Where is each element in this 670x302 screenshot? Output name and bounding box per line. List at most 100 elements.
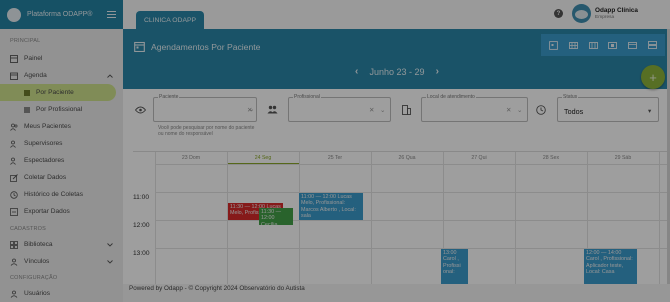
- appointment-event[interactable]: 12:00 — 14:00 Carol , Profissional: Apli…: [584, 249, 637, 284]
- logo: [7, 7, 21, 22]
- chevron-down-icon[interactable]: ⌄: [380, 106, 385, 114]
- paciente-hint: Você pode pesquisar por nome do paciente…: [158, 125, 255, 137]
- sidebar-item-meus-pacientes[interactable]: Meus Pacientes: [0, 118, 123, 135]
- status-select[interactable]: Status Todos ▾: [557, 94, 659, 122]
- building-icon: [402, 105, 411, 115]
- grid-line: [155, 220, 668, 221]
- user-icon: [10, 290, 18, 298]
- menu-icon[interactable]: [107, 10, 116, 20]
- sidebar-item-label: Por Paciente: [36, 89, 74, 96]
- view-day-icon[interactable]: [547, 38, 561, 52]
- time-label: 13:00: [133, 250, 150, 257]
- sidebar-item-label: Usuários: [24, 290, 51, 297]
- local-label: Local de atendimento: [426, 94, 476, 100]
- calendar-icon: [10, 72, 18, 80]
- view-list-icon[interactable]: [645, 38, 659, 52]
- profissional-label: Profissional: [293, 94, 321, 100]
- square-icon: [24, 89, 30, 96]
- sidebar-item-agenda[interactable]: Agenda: [0, 67, 123, 84]
- sidebar-item-por-paciente[interactable]: Por Paciente: [0, 84, 116, 101]
- sidebar-item-label: Histórico de Coletas: [24, 191, 84, 198]
- sidebar-item-label: Coletar Dados: [24, 174, 67, 181]
- eye-icon: [10, 157, 18, 165]
- sidebar-item-por-profissional[interactable]: Por Profissional: [0, 101, 123, 118]
- section-principal: PRINCIPAL: [10, 38, 41, 44]
- user-name: Odapp Clínica: [595, 7, 638, 14]
- chevron-right-icon[interactable]: ›: [436, 66, 439, 77]
- day-header[interactable]: 27 Qui: [443, 152, 515, 164]
- day-header[interactable]: 26 Qua: [371, 152, 443, 164]
- sidebar-item-coletar-dados[interactable]: Coletar Dados: [0, 169, 123, 186]
- sidebar-item-painel[interactable]: Painel: [0, 50, 123, 67]
- view-week-icon[interactable]: [586, 38, 600, 52]
- day-header[interactable]: 29 Sáb: [587, 152, 659, 164]
- appointment-event[interactable]: 11:30 — 12:00 Cecília: [259, 208, 293, 225]
- sidebar-item-usuarios[interactable]: Usuários: [0, 285, 123, 302]
- view-agenda-icon[interactable]: [625, 38, 639, 52]
- section-cadastros: CADASTROS: [10, 226, 47, 232]
- dashboard-icon: [10, 54, 18, 63]
- calendar-icon: [134, 41, 145, 52]
- sidebar-item-label: Por Profissional: [36, 106, 83, 113]
- chevron-down-icon[interactable]: ⌄: [249, 105, 254, 113]
- sidebar-item-biblioteca[interactable]: Biblioteca: [0, 236, 123, 253]
- grid-line: [659, 152, 660, 284]
- sidebar-item-espectadores[interactable]: Espectadores: [0, 152, 123, 169]
- clock-icon: [536, 105, 546, 115]
- chevron-down-icon: [107, 259, 113, 264]
- appointment-event[interactable]: 13:00 Carol , Profissi onal:: [441, 249, 468, 284]
- clear-icon[interactable]: ✕: [506, 106, 511, 114]
- sidebar-item-label: Meus Pacientes: [24, 123, 71, 130]
- chevron-down-icon[interactable]: ⌄: [517, 106, 522, 114]
- tab-clinica[interactable]: CLINICA ODAPP: [136, 11, 204, 29]
- sidebar-header: Plataforma ODAPP®: [0, 0, 123, 29]
- grid-line: [155, 192, 668, 193]
- avatar[interactable]: [572, 4, 591, 23]
- add-appointment-button[interactable]: +: [641, 65, 665, 89]
- grid-line: [371, 152, 372, 284]
- grid-line: [155, 164, 668, 165]
- profissional-field[interactable]: Profissional ✕ ⌄: [288, 94, 391, 122]
- page-header: Agendamentos Por Paciente ‹ Junho 23 - 2…: [123, 29, 670, 89]
- local-field[interactable]: Local de atendimento ✕ ⌄: [421, 94, 528, 122]
- date-range: Junho 23 - 29: [369, 66, 425, 77]
- clear-icon[interactable]: ✕: [369, 106, 374, 114]
- date-navigator: ‹ Junho 23 - 29 ›: [355, 66, 439, 77]
- people-filter-icon: [267, 105, 278, 114]
- grid-line: [515, 152, 516, 284]
- edit-icon: [10, 173, 18, 182]
- link-icon: [10, 258, 18, 266]
- eye-filter-icon: [135, 106, 146, 114]
- chevron-left-icon[interactable]: ‹: [355, 66, 358, 77]
- sidebar-item-label: Biblioteca: [24, 241, 53, 248]
- sidebar-item-historico[interactable]: Histórico de Coletas: [0, 186, 123, 203]
- export-icon: [10, 207, 18, 216]
- day-header[interactable]: 25 Ter: [299, 152, 371, 164]
- chevron-down-icon: [107, 242, 113, 247]
- caret-down-icon: ▾: [648, 108, 652, 115]
- sidebar-item-vinculos[interactable]: Vínculos: [0, 253, 123, 270]
- help-icon[interactable]: ?: [554, 9, 563, 18]
- app-title: Plataforma ODAPP®: [27, 11, 93, 18]
- filters-bar: Paciente ✕ ⌄ Você pode pesquisar por nom…: [123, 89, 670, 145]
- top-bar: CLINICA ODAPP ? Odapp Clínica Empresa: [123, 0, 670, 29]
- paciente-label: Paciente: [158, 94, 180, 100]
- section-configuracao: CONFIGURAÇÃO: [10, 275, 58, 281]
- view-single-day-icon[interactable]: [606, 38, 620, 52]
- chevron-up-icon: [107, 73, 113, 78]
- history-icon: [10, 190, 18, 199]
- sidebar-item-label: Espectadores: [24, 157, 65, 164]
- appointment-event[interactable]: 11:00 — 12:00 Lucas Melo, Profissional: …: [299, 193, 363, 220]
- sidebar-item-label: Agenda: [24, 72, 47, 79]
- view-month-icon[interactable]: [566, 38, 580, 52]
- user-role: Empresa: [595, 15, 615, 20]
- sidebar-item-label: Supervisores: [24, 140, 63, 147]
- paciente-field[interactable]: Paciente ✕: [153, 94, 257, 122]
- square-icon: [24, 106, 30, 113]
- sidebar-item-supervisores[interactable]: Supervisores: [0, 135, 123, 152]
- day-header-today[interactable]: 24 Seg: [227, 152, 299, 164]
- day-header[interactable]: 23 Dom: [155, 152, 227, 164]
- sidebar-item-exportar[interactable]: Exportar Dados: [0, 203, 123, 220]
- day-header[interactable]: 28 Sex: [515, 152, 587, 164]
- main-content: Agendamentos Por Paciente ‹ Junho 23 - 2…: [123, 29, 670, 284]
